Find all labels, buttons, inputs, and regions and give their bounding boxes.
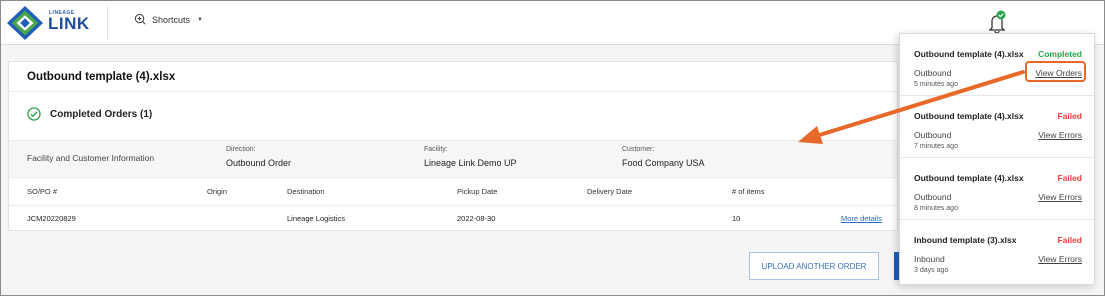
order-result-card: Outbound template (4).xlsx Completed Ord… — [8, 61, 898, 231]
facility-info-title: Facility and Customer Information — [27, 153, 155, 163]
cell-so-po: JCM20220829 — [27, 214, 76, 223]
page-title: Outbound template (4).xlsx — [27, 71, 176, 83]
view-errors-link[interactable]: View Errors — [1038, 254, 1082, 264]
notification-time: 3 days ago — [914, 267, 949, 274]
direction-label: Direction: — [226, 146, 256, 153]
logo-text: LINK — [48, 14, 90, 33]
notification-status: Completed — [1038, 49, 1082, 59]
notification-status: Failed — [1057, 111, 1082, 121]
notification-item: Inbound template (3).xlsx Failed Inbound… — [900, 220, 1094, 282]
column-header-origin: Origin — [207, 187, 228, 196]
notification-time: 7 minutes ago — [914, 143, 958, 150]
header-divider — [107, 5, 108, 39]
facility-value: Lineage Link Demo UP — [424, 158, 517, 168]
notification-file-name: Outbound template (4).xlsx — [914, 173, 1024, 183]
column-header-so-po: SO/PO # — [27, 187, 58, 196]
notification-item: Outbound template (4).xlsx Failed Outbou… — [900, 96, 1094, 158]
view-errors-link[interactable]: View Errors — [1038, 130, 1082, 140]
direction-value: Outbound Order — [226, 158, 292, 168]
notification-direction: Outbound — [914, 68, 952, 78]
view-errors-link[interactable]: View Errors — [1038, 192, 1082, 202]
shortcuts-icon — [134, 13, 146, 25]
title-divider — [9, 91, 897, 92]
header-row-divider — [9, 205, 897, 206]
facility-label: Facility: — [424, 146, 448, 153]
more-details-link[interactable]: More details — [841, 214, 882, 223]
upload-another-order-button[interactable]: UPLOAD ANOTHER ORDER — [749, 252, 879, 280]
column-header-pickup-date: Pickup Date — [457, 187, 498, 196]
shortcuts-label: Shortcuts — [152, 14, 191, 25]
notification-direction: Inbound — [914, 254, 945, 264]
completed-orders-header[interactable]: Completed Orders (1) — [27, 107, 152, 121]
notification-status: Failed — [1057, 173, 1082, 183]
column-header-destination: Destination — [287, 187, 325, 196]
app-window: LINEAGE LINK Shortcuts ▼ Outbound templa… — [0, 0, 1105, 296]
notification-time: 8 minutes ago — [914, 205, 958, 212]
notification-file-name: Outbound template (4).xlsx — [914, 49, 1024, 59]
notification-direction: Outbound — [914, 130, 952, 140]
notification-item: Outbound template (4).xlsx Failed Outbou… — [900, 158, 1094, 220]
notification-bell-icon[interactable] — [986, 10, 1008, 34]
customer-info: Customer: Food Company USA — [622, 146, 705, 168]
cell-pickup-date: 2022-08-30 — [457, 214, 496, 223]
check-circle-icon — [27, 107, 41, 121]
shortcuts-menu[interactable]: Shortcuts ▼ — [134, 13, 203, 26]
facility-info: Facility: Lineage Link Demo UP — [424, 146, 517, 168]
direction-info: Direction: Outbound Order — [226, 146, 291, 168]
completed-orders-label: Completed Orders (1) — [50, 108, 153, 120]
customer-value: Food Company USA — [622, 158, 705, 168]
chevron-down-icon: ▼ — [197, 16, 203, 23]
cell-items: 10 — [732, 214, 741, 223]
cell-destination: Lineage Logistics — [287, 214, 345, 223]
notification-file-name: Outbound template (4).xlsx — [914, 111, 1024, 121]
customer-label: Customer: — [622, 146, 655, 153]
notification-direction: Outbound — [914, 192, 952, 202]
notification-status: Failed — [1057, 235, 1082, 245]
column-header-items: # of items — [732, 187, 765, 196]
notification-time: 5 minutes ago — [914, 81, 958, 88]
view-orders-highlight-box — [1025, 61, 1086, 82]
notification-file-name: Inbound template (3).xlsx — [914, 235, 1017, 245]
lineage-logo-icon[interactable] — [6, 5, 44, 41]
column-header-delivery-date: Delivery Date — [587, 187, 633, 196]
